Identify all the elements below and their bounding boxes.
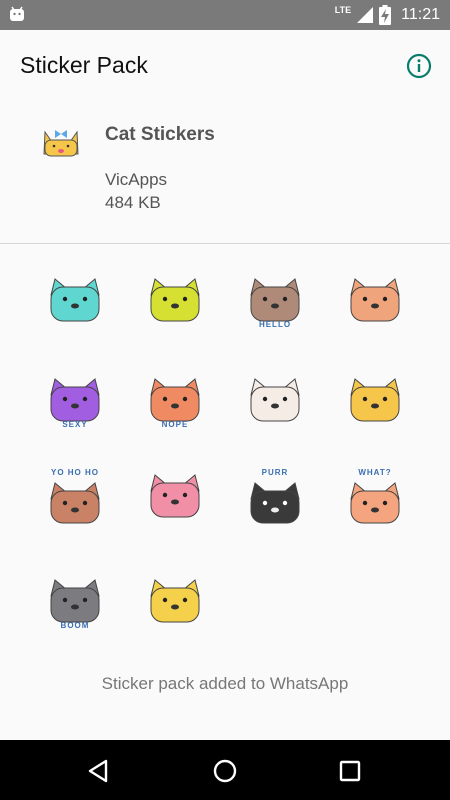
sticker-9[interactable]: YO HO HO: [43, 461, 107, 525]
sticker-caption: BOOM: [61, 621, 90, 630]
sticker-caption: PURR: [262, 468, 289, 477]
app-bar: Sticker Pack: [0, 30, 450, 100]
battery-charging-icon: [379, 5, 392, 25]
tray-icon: [43, 130, 79, 157]
added-to-whatsapp-message: Sticker pack added to WhatsApp: [101, 674, 349, 693]
pack-publisher: VicApps: [105, 170, 168, 189]
sticker-caption: HELLO: [259, 320, 291, 329]
sticker-2[interactable]: [143, 265, 207, 329]
back-icon[interactable]: [86, 758, 112, 784]
clock: 11:21: [401, 6, 440, 23]
home-icon[interactable]: [212, 758, 238, 784]
network-type-label: LTE: [334, 5, 352, 15]
signal-icon: [357, 7, 374, 23]
navigation-bar: [0, 740, 450, 800]
sticker-caption: NOPE: [162, 420, 189, 429]
sticker-caption: YO HO HO: [51, 468, 99, 477]
sticker-1[interactable]: [43, 265, 107, 329]
sticker-5[interactable]: SEXY: [43, 365, 107, 429]
sticker-4[interactable]: [343, 265, 407, 329]
sticker-13[interactable]: BOOM: [43, 566, 107, 630]
sticker-caption: SEXY: [62, 420, 87, 429]
pack-name: Cat Stickers: [105, 124, 215, 145]
recents-icon[interactable]: [337, 758, 363, 784]
sticker-7[interactable]: [243, 365, 307, 429]
android-notification-icon: [10, 6, 24, 21]
sticker-14[interactable]: [143, 566, 207, 630]
sticker-11[interactable]: PURR: [243, 461, 307, 525]
sticker-12[interactable]: WHAT?: [343, 461, 407, 525]
status-bar: LTE 11:21: [0, 0, 450, 30]
pack-size: 484 KB: [105, 193, 161, 212]
sticker-10[interactable]: [143, 461, 207, 525]
sticker-6[interactable]: NOPE: [143, 365, 207, 429]
sticker-3[interactable]: HELLO: [243, 265, 307, 329]
info-icon[interactable]: [406, 53, 432, 79]
pack-header: Cat Stickers VicApps 484 KB: [0, 100, 450, 244]
sticker-8[interactable]: [343, 365, 407, 429]
sticker-caption: WHAT?: [358, 468, 391, 477]
page-title: Sticker Pack: [20, 52, 148, 78]
